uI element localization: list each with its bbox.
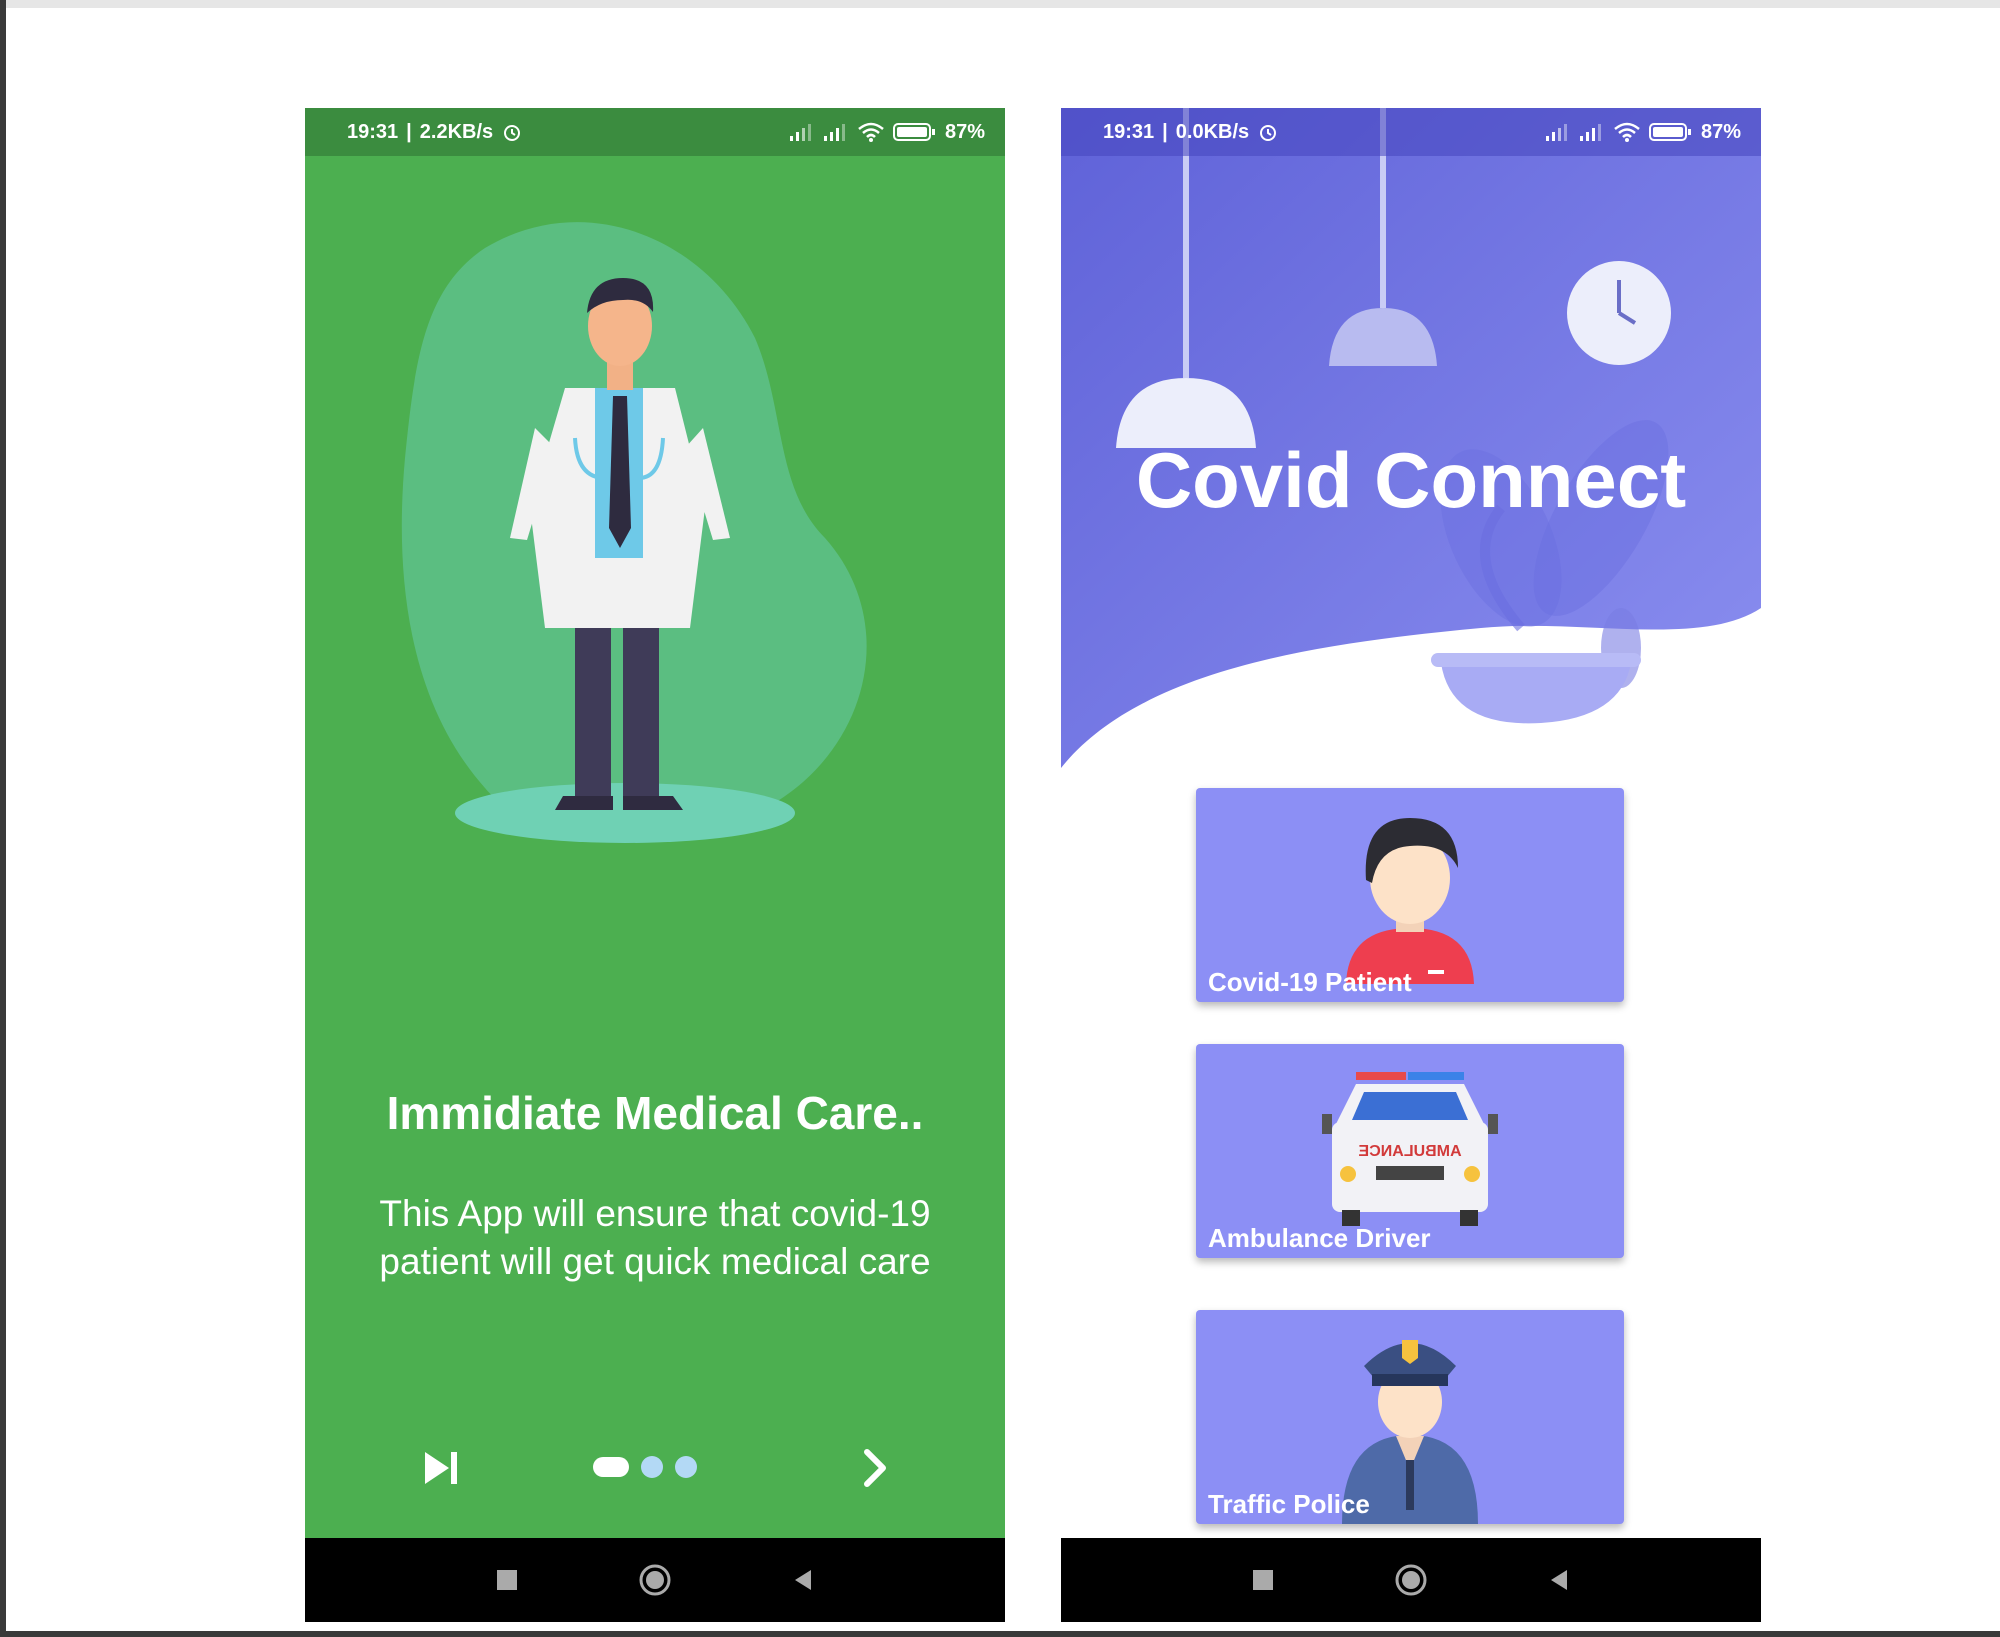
wifi-icon [857, 121, 885, 143]
navigation-bar [305, 1538, 1005, 1622]
traffic-police-label: Traffic Police [1208, 1489, 1370, 1519]
signal-icon [1579, 122, 1605, 142]
status-speed: 0.0KB/s [1175, 120, 1250, 143]
battery-percent: 87% [944, 120, 985, 143]
status-bar: 19:31 | 2.2KB/s 87% [305, 108, 1005, 156]
page-dot [641, 1456, 663, 1478]
covid-patient-card[interactable]: Covid-19 Patient [1196, 788, 1624, 1002]
alarm-icon [501, 121, 523, 143]
page-dot [675, 1456, 697, 1478]
square-nav-icon[interactable] [1243, 1560, 1283, 1600]
back-nav-icon[interactable] [1539, 1560, 1579, 1600]
ambulance-driver-card[interactable]: AMBULANCE Ambulance Driver [1196, 1044, 1624, 1258]
square-nav-icon[interactable] [487, 1560, 527, 1600]
onboarding-title: Immidiate Medical Care.. [386, 1087, 924, 1139]
status-bar: 19:31 | 0.0KB/s 87% [1061, 108, 1761, 156]
skip-icon [425, 1452, 457, 1484]
home-nav-icon[interactable] [635, 1560, 675, 1600]
doctor-illustration [401, 222, 867, 843]
window-top-strip [0, 0, 2000, 8]
skip-button[interactable] [417, 1444, 465, 1492]
onboarding-screen: 19:31 | 2.2KB/s 87% Immidiate Medical Ca… [305, 108, 1005, 1622]
ambulance-driver-label: Ambulance Driver [1208, 1223, 1431, 1253]
status-time: 19:31 [347, 120, 399, 143]
window-bottom-edge [0, 1631, 2000, 1637]
status-time: 19:31 [1103, 120, 1155, 143]
traffic-police-card[interactable]: Traffic Police [1196, 1310, 1624, 1524]
signal-icon [1545, 122, 1571, 142]
wifi-icon [1613, 121, 1641, 143]
covid-patient-label: Covid-19 Patient [1208, 967, 1412, 997]
signal-icon [823, 122, 849, 142]
page-dot-active [593, 1457, 629, 1477]
window-left-edge [0, 0, 6, 1637]
next-button[interactable] [851, 1444, 899, 1492]
navigation-bar [1061, 1538, 1761, 1622]
ambulance-vehicle-text: AMBULANCE [1358, 1143, 1461, 1160]
role-selection-screen: 19:31 | 0.0KB/s 87% Covid Connect Covid-… [1061, 108, 1761, 1622]
app-title: Covid Connect [1135, 436, 1687, 524]
alarm-icon [1257, 121, 1279, 143]
status-speed: 2.2KB/s [419, 120, 494, 143]
battery-icon [892, 121, 937, 143]
next-icon [864, 1449, 886, 1487]
back-nav-icon[interactable] [783, 1560, 823, 1600]
page-indicator [593, 1456, 697, 1478]
home-nav-icon[interactable] [1391, 1560, 1431, 1600]
signal-icon [789, 122, 815, 142]
onboarding-description: This App will ensure that covid-19 patie… [379, 1193, 931, 1282]
battery-icon [1648, 121, 1693, 143]
battery-percent: 87% [1700, 120, 1741, 143]
